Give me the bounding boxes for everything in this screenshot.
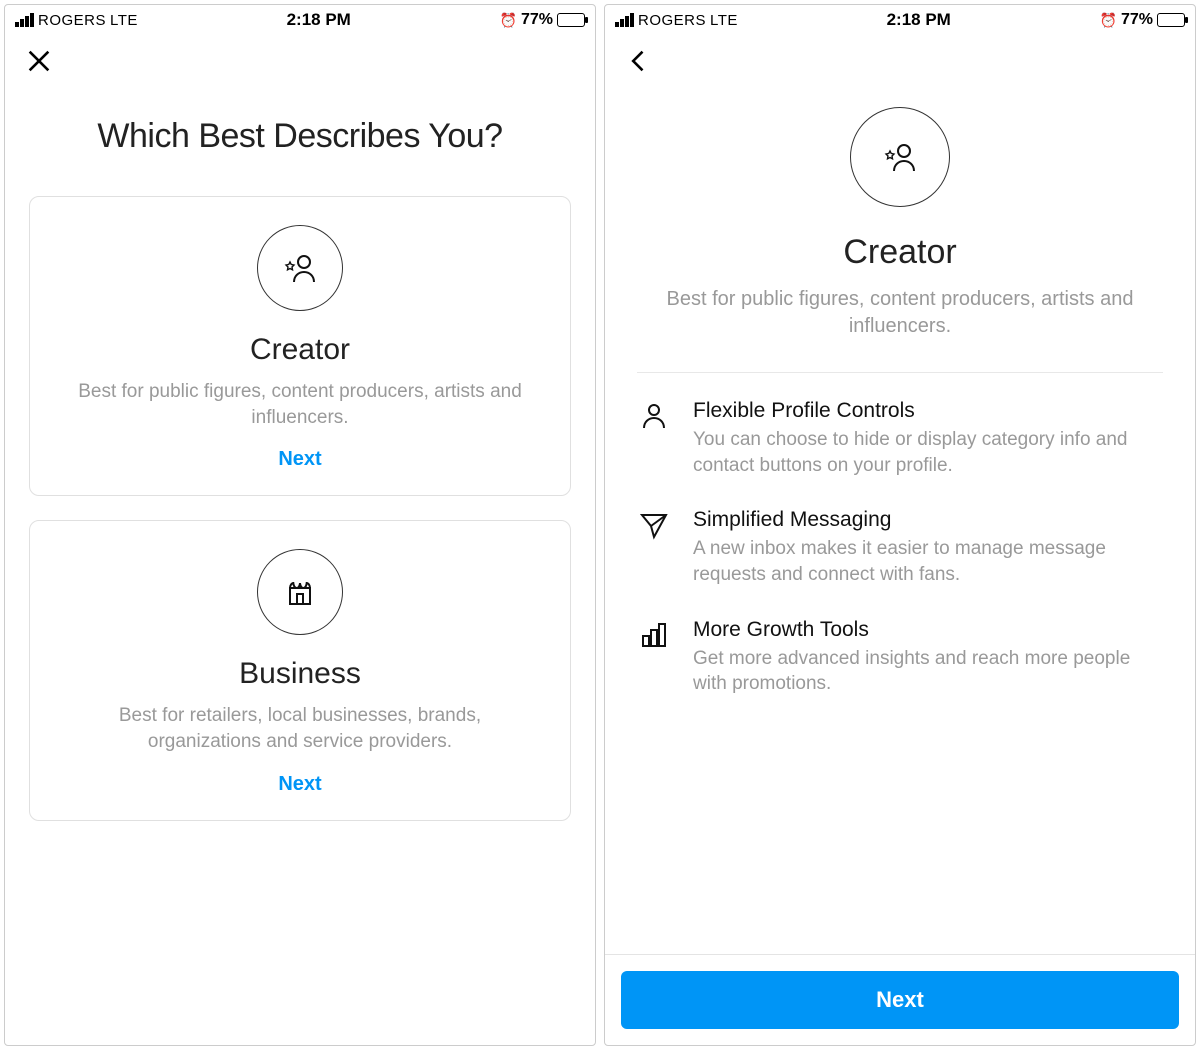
screen-creator-details: ROGERS LTE 2:18 PM ⏰ 77% Creator Best fo… (604, 4, 1196, 1046)
option-card-business[interactable]: Business Best for retailers, local busin… (29, 520, 571, 820)
feature-title: More Growth Tools (693, 618, 1163, 642)
page-title: Which Best Describes You? (29, 117, 571, 156)
feature-growth-tools: More Growth Tools Get more advanced insi… (637, 618, 1163, 697)
feature-desc: A new inbox makes it easier to manage me… (693, 536, 1163, 587)
clock: 2:18 PM (287, 10, 351, 30)
feature-list: Flexible Profile Controls You can choose… (637, 399, 1163, 697)
status-bar: ROGERS LTE 2:18 PM ⏰ 77% (605, 5, 1195, 35)
feature-desc: Get more advanced insights and reach mor… (693, 646, 1163, 697)
close-icon[interactable] (25, 47, 53, 75)
creator-icon (850, 107, 950, 207)
divider (637, 372, 1163, 373)
feature-messaging: Simplified Messaging A new inbox makes i… (637, 508, 1163, 587)
status-bar: ROGERS LTE 2:18 PM ⏰ 77% (5, 5, 595, 35)
bottom-action-bar: Next (605, 954, 1195, 1045)
feature-title: Flexible Profile Controls (693, 399, 1163, 423)
battery-icon (1157, 13, 1185, 27)
card-next-link[interactable]: Next (54, 773, 546, 796)
nav-bar (605, 35, 1195, 87)
paper-plane-icon (637, 508, 671, 540)
feature-title: Simplified Messaging (693, 508, 1163, 532)
page-subtitle: Best for public figures, content produce… (637, 286, 1163, 340)
card-title: Business (54, 657, 546, 691)
clock: 2:18 PM (887, 10, 951, 30)
card-desc: Best for public figures, content produce… (54, 379, 546, 430)
alarm-icon: ⏰ (1100, 12, 1117, 29)
business-icon (257, 549, 343, 635)
next-button[interactable]: Next (621, 971, 1179, 1029)
carrier-label: ROGERS (38, 12, 106, 29)
signal-icon (15, 13, 34, 27)
feature-flexible-profile: Flexible Profile Controls You can choose… (637, 399, 1163, 478)
battery-icon (557, 13, 585, 27)
page-title: Creator (637, 233, 1163, 272)
screen-account-type-select: ROGERS LTE 2:18 PM ⏰ 77% Which Best Desc… (4, 4, 596, 1046)
battery-percent: 77% (1121, 11, 1153, 29)
bar-chart-icon (637, 618, 671, 650)
alarm-icon: ⏰ (500, 12, 517, 29)
network-label: LTE (710, 12, 738, 29)
card-next-link[interactable]: Next (54, 448, 546, 471)
creator-icon (257, 225, 343, 311)
nav-bar (5, 35, 595, 87)
option-card-creator[interactable]: Creator Best for public figures, content… (29, 196, 571, 496)
person-icon (637, 399, 671, 431)
signal-icon (615, 13, 634, 27)
card-desc: Best for retailers, local businesses, br… (54, 703, 546, 754)
network-label: LTE (110, 12, 138, 29)
feature-desc: You can choose to hide or display catego… (693, 427, 1163, 478)
back-icon[interactable] (625, 47, 653, 75)
battery-percent: 77% (521, 11, 553, 29)
card-title: Creator (54, 333, 546, 367)
carrier-label: ROGERS (638, 12, 706, 29)
